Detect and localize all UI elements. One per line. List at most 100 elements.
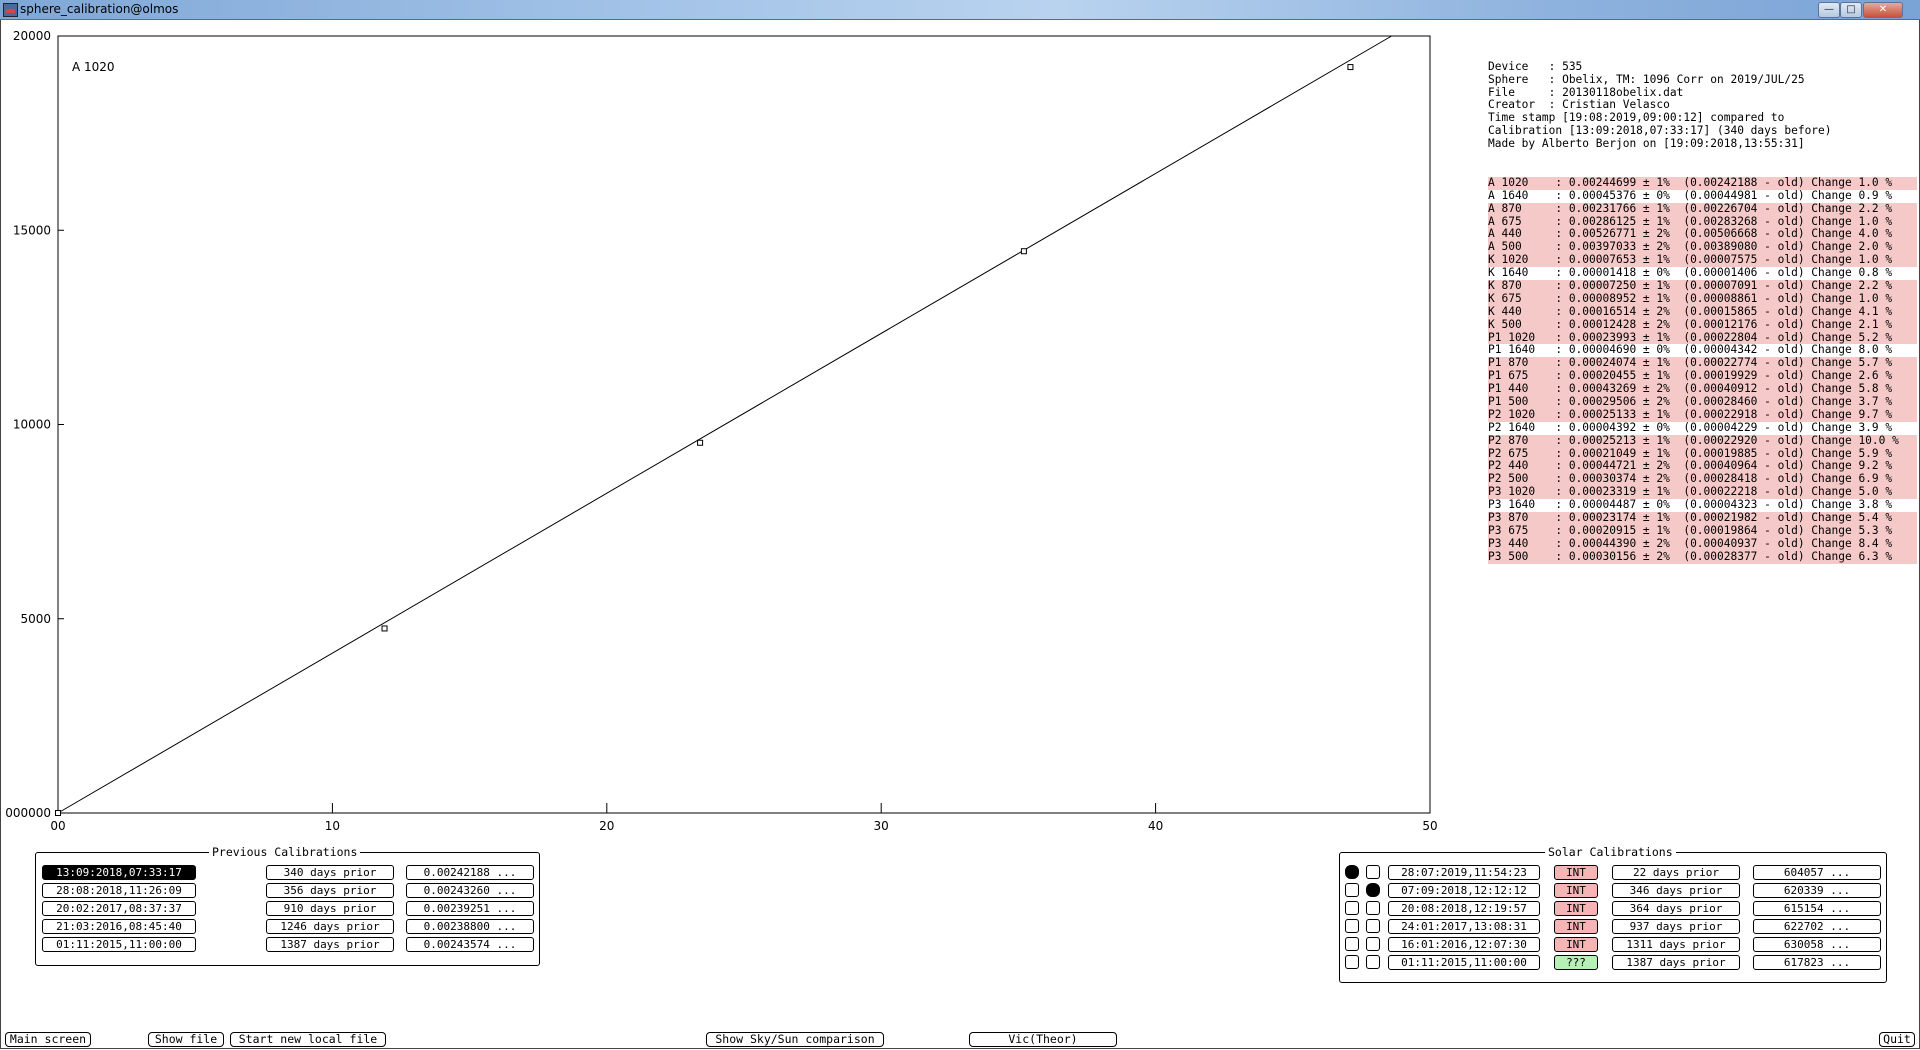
previous-calibration-value-button[interactable]: 0.00243260 ...	[406, 883, 534, 898]
y-tick-label: 20000	[13, 29, 51, 43]
y-tick-label: 15000	[13, 223, 51, 237]
calibration-line: P1 500 : 0.00029506 ± 2% (0.00028460 - o…	[1488, 395, 1917, 409]
solar-compare-checkbox[interactable]	[1366, 919, 1380, 933]
info-line: Sphere : Obelix, TM: 1096 Corr on 2019/J…	[1488, 72, 1805, 86]
x-tick-label: 20	[599, 819, 614, 833]
solar-select-checkbox[interactable]	[1345, 883, 1359, 897]
data-point	[1020, 248, 1027, 255]
y-tick-label: 5000	[20, 612, 51, 626]
previous-calibration-prior[interactable]: 356 days prior	[266, 883, 394, 898]
previous-calibration-date[interactable]: 01:11:2015,11:00:00	[42, 937, 196, 952]
calibration-line: K 870 : 0.00007250 ± 1% (0.00007091 - ol…	[1488, 279, 1917, 293]
previous-calibration-value-button[interactable]: 0.00242188 ...	[406, 865, 534, 880]
calibration-line: A 870 : 0.00231766 ± 1% (0.00226704 - ol…	[1488, 202, 1917, 216]
solar-type-badge[interactable]: INT	[1554, 919, 1598, 934]
solar-select-checkbox[interactable]	[1345, 901, 1359, 915]
quit-button[interactable]: Quit	[1879, 1032, 1915, 1047]
solar-calibration-date[interactable]: 20:08:2018,12:19:57	[1388, 901, 1540, 916]
x-tick-label: 30	[874, 819, 889, 833]
calibration-line: P3 870 : 0.00023174 ± 1% (0.00021982 - o…	[1488, 511, 1917, 525]
close-icon: ✕	[1878, 4, 1888, 15]
info-line: Device : 535	[1488, 59, 1583, 73]
solar-select-checkbox[interactable]	[1345, 937, 1359, 951]
solar-calibration-value-button[interactable]: 615154 ...	[1753, 901, 1881, 916]
solar-calibration-prior[interactable]: 937 days prior	[1612, 919, 1740, 934]
solar-type-badge[interactable]: INT	[1554, 883, 1598, 898]
info-line: Made by Alberto Berjon on [19:09:2018,13…	[1488, 137, 1805, 151]
solar-calibration-value-button[interactable]: 630058 ...	[1753, 937, 1881, 952]
calibration-line: P2 870 : 0.00025213 ± 1% (0.00022920 - o…	[1488, 434, 1917, 448]
maximize-icon: □	[1846, 4, 1856, 15]
x-tick-label: 50	[1422, 819, 1437, 833]
maximize-button[interactable]: □	[1840, 2, 1862, 18]
solar-compare-checkbox[interactable]	[1366, 865, 1380, 879]
solar-select-checkbox[interactable]	[1345, 919, 1359, 933]
vic-theor-button[interactable]: Vic(Theor)	[969, 1032, 1117, 1047]
previous-calibrations-group: Previous Calibrations 13:09:2018,07:33:1…	[35, 845, 540, 966]
calibration-coefficient-list: A 1020 : 0.00244699 ± 1% (0.00242188 - o…	[1488, 176, 1917, 564]
main-screen-button[interactable]: Main screen	[5, 1032, 91, 1047]
previous-calibration-value-button[interactable]: 0.00238800 ...	[406, 919, 534, 934]
show-sky-sun-comparison-button[interactable]: Show Sky/Sun comparison	[706, 1032, 884, 1047]
solar-calibration-prior[interactable]: 364 days prior	[1612, 901, 1740, 916]
solar-type-badge[interactable]: INT	[1554, 865, 1598, 880]
solar-compare-checkbox[interactable]	[1366, 937, 1380, 951]
solar-select-checkbox[interactable]	[1345, 865, 1359, 879]
start-new-local-file-button[interactable]: Start new local file	[230, 1032, 386, 1047]
solar-calibrations-title: Solar Calibrations	[1545, 845, 1676, 859]
calibration-line: P3 440 : 0.00044390 ± 2% (0.00040937 - o…	[1488, 537, 1917, 551]
solar-type-badge[interactable]: INT	[1554, 901, 1598, 916]
y-tick-label: 10000	[13, 418, 51, 432]
close-button[interactable]: ✕	[1863, 2, 1903, 18]
solar-calibration-date[interactable]: 07:09:2018,12:12:12	[1388, 883, 1540, 898]
solar-compare-checkbox[interactable]	[1366, 883, 1380, 897]
calibration-line: P3 675 : 0.00020915 ± 1% (0.00019864 - o…	[1488, 524, 1917, 538]
solar-calibration-prior[interactable]: 346 days prior	[1612, 883, 1740, 898]
previous-calibration-prior[interactable]: 340 days prior	[266, 865, 394, 880]
solar-compare-checkbox[interactable]	[1366, 955, 1380, 969]
x-tick-label: 00	[50, 819, 65, 833]
previous-calibration-prior[interactable]: 910 days prior	[266, 901, 394, 916]
solar-calibration-value-button[interactable]: 622702 ...	[1753, 919, 1881, 934]
previous-calibration-date[interactable]: 13:09:2018,07:33:17	[42, 865, 196, 880]
calibration-line: K 500 : 0.00012428 ± 2% (0.00012176 - ol…	[1488, 318, 1917, 332]
previous-calibration-date[interactable]: 21:03:2016,08:45:40	[42, 919, 196, 934]
app-icon	[3, 3, 18, 17]
minimize-icon: —	[1824, 4, 1834, 15]
previous-calibration-date[interactable]: 28:08:2018,11:26:09	[42, 883, 196, 898]
show-file-button[interactable]: Show file	[148, 1032, 224, 1047]
solar-calibration-value-button[interactable]: 617823 ...	[1753, 955, 1881, 970]
calibration-line: P2 1020 : 0.00025133 ± 1% (0.00022918 - …	[1488, 408, 1917, 422]
solar-compare-checkbox[interactable]	[1366, 901, 1380, 915]
previous-calibration-prior[interactable]: 1246 days prior	[266, 919, 394, 934]
calibration-chart: A 1020 00 10 20 30 40 50 000000 5000 10000 15000 20…	[5, 29, 1437, 833]
calibration-line: A 1640 : 0.00045376 ± 0% (0.00044981 - o…	[1488, 188, 1893, 202]
previous-calibrations-title: Previous Calibrations	[209, 845, 361, 859]
previous-calibration-prior[interactable]: 1387 days prior	[266, 937, 394, 952]
title-bar[interactable]: sphere_calibration@olmos — □ ✕	[0, 0, 1920, 20]
calibration-info-panel: Device : 535 Sphere : Obelix, TM: 1096 Co…	[1488, 35, 1917, 576]
solar-select-checkbox[interactable]	[1345, 955, 1359, 969]
calibration-line: A 1020 : 0.00244699 ± 1% (0.00242188 - o…	[1488, 176, 1917, 190]
x-tick-label: 40	[1148, 819, 1163, 833]
solar-calibration-prior[interactable]: 22 days prior	[1612, 865, 1740, 880]
previous-calibration-value-button[interactable]: 0.00239251 ...	[406, 901, 534, 916]
calibration-line: K 440 : 0.00016514 ± 2% (0.00015865 - ol…	[1488, 305, 1917, 319]
y-tick-label: 000000	[5, 806, 51, 820]
fit-line	[57, 35, 1392, 814]
solar-calibration-prior[interactable]: 1387 days prior	[1612, 955, 1740, 970]
solar-calibration-prior[interactable]: 1311 days prior	[1612, 937, 1740, 952]
solar-type-badge[interactable]: INT	[1554, 937, 1598, 952]
solar-calibration-date[interactable]: 28:07:2019,11:54:23	[1388, 865, 1540, 880]
solar-calibration-value-button[interactable]: 620339 ...	[1753, 883, 1881, 898]
solar-calibration-date[interactable]: 16:01:2016,12:07:30	[1388, 937, 1540, 952]
previous-calibration-value-button[interactable]: 0.00243574 ...	[406, 937, 534, 952]
solar-type-badge[interactable]: ???	[1554, 955, 1598, 970]
data-point	[55, 810, 61, 816]
solar-calibration-date[interactable]: 01:11:2015,11:00:00	[1388, 955, 1540, 970]
minimize-button[interactable]: —	[1818, 2, 1840, 18]
previous-calibration-date[interactable]: 20:02:2017,08:37:37	[42, 901, 196, 916]
solar-calibration-value-button[interactable]: 604057 ...	[1753, 865, 1881, 880]
calibration-line: P2 1640 : 0.00004392 ± 0% (0.00004229 - …	[1488, 420, 1893, 434]
solar-calibration-date[interactable]: 24:01:2017,13:08:31	[1388, 919, 1540, 934]
